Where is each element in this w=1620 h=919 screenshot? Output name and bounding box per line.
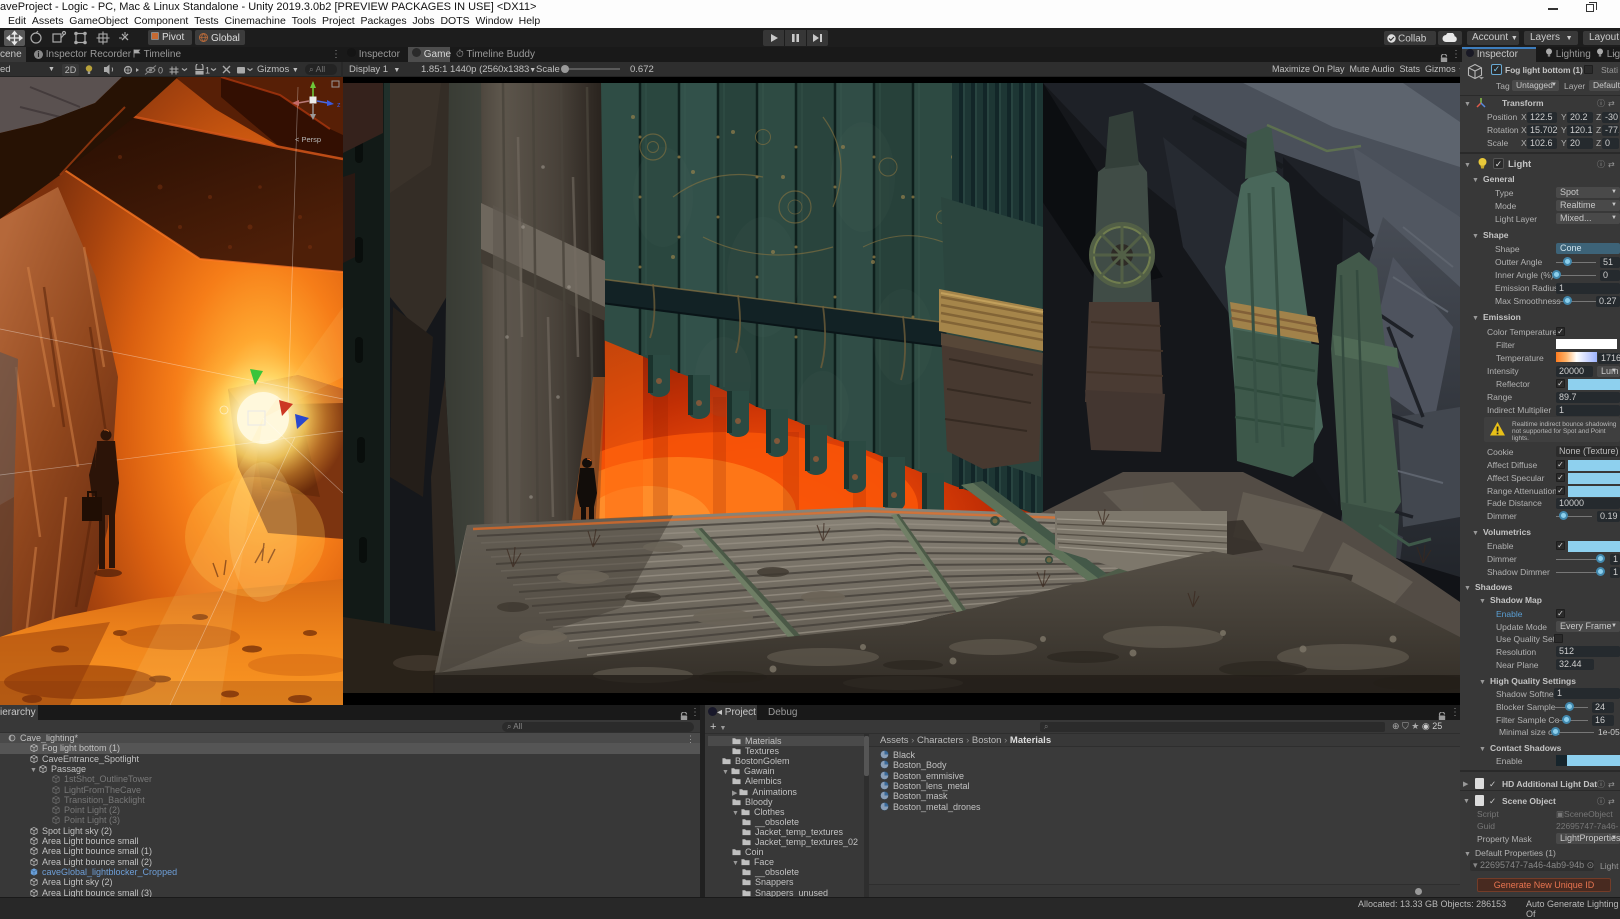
svg-text:1: 1 — [205, 66, 210, 76]
svg-text:< Persp: < Persp — [295, 135, 321, 144]
svg-text:z: z — [337, 102, 341, 109]
svg-text:0: 0 — [158, 66, 163, 76]
